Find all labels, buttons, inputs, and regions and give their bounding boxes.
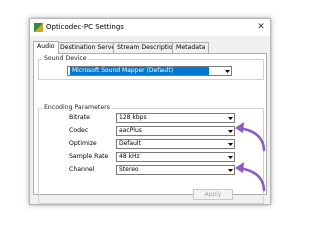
title-bar: Opticodec-PC Settings ✕ <box>30 19 270 36</box>
sound-device-group: Sound Device Microsoft Sound Mapper (Def… <box>38 55 264 80</box>
audio-panel: Sound Device Microsoft Sound Mapper (Def… <box>33 53 267 204</box>
annotation-arrow-icon <box>235 122 266 152</box>
codec-label: Codec <box>69 127 89 134</box>
tab-stream-description[interactable]: Stream Description <box>113 42 181 53</box>
optimize-value: Default <box>119 140 141 147</box>
close-button[interactable]: ✕ <box>252 19 270 36</box>
sound-device-group-title: Sound Device <box>43 55 88 63</box>
sample-rate-value: 48 kHz <box>119 153 140 160</box>
bitrate-select[interactable]: 128 kbps <box>116 113 235 123</box>
codec-value: aacPlus <box>119 127 142 134</box>
channel-value: Stereo <box>119 166 139 173</box>
window-title: Opticodec-PC Settings <box>46 23 124 31</box>
sample-rate-label: Sample Rate <box>69 153 109 160</box>
annotation-arrow-icon <box>235 162 266 192</box>
optimize-select[interactable]: Default <box>116 139 235 149</box>
optimize-label: Optimize <box>69 140 97 147</box>
apply-button[interactable]: Apply <box>193 189 233 200</box>
tab-audio[interactable]: Audio <box>33 41 59 54</box>
sample-rate-select[interactable]: 48 kHz <box>116 152 235 162</box>
bitrate-label: Bitrate <box>69 114 90 121</box>
settings-window: Opticodec-PC Settings ✕ Audio Destinatio… <box>29 18 271 205</box>
channel-label: Channel <box>69 166 95 173</box>
channel-select[interactable]: Stereo <box>116 165 235 175</box>
codec-select[interactable]: aacPlus <box>116 126 235 136</box>
sound-device-select[interactable]: Microsoft Sound Mapper (Default) <box>67 66 232 76</box>
tab-destination-server[interactable]: Destination Server <box>56 42 122 53</box>
app-icon <box>34 23 43 32</box>
tab-metadata[interactable]: Metadata <box>172 42 210 53</box>
sound-device-value: Microsoft Sound Mapper (Default) <box>70 67 209 75</box>
encoding-group-title: Encoding Parameters <box>43 104 111 112</box>
chevron-down-icon <box>222 67 231 75</box>
bitrate-value: 128 kbps <box>119 114 147 121</box>
